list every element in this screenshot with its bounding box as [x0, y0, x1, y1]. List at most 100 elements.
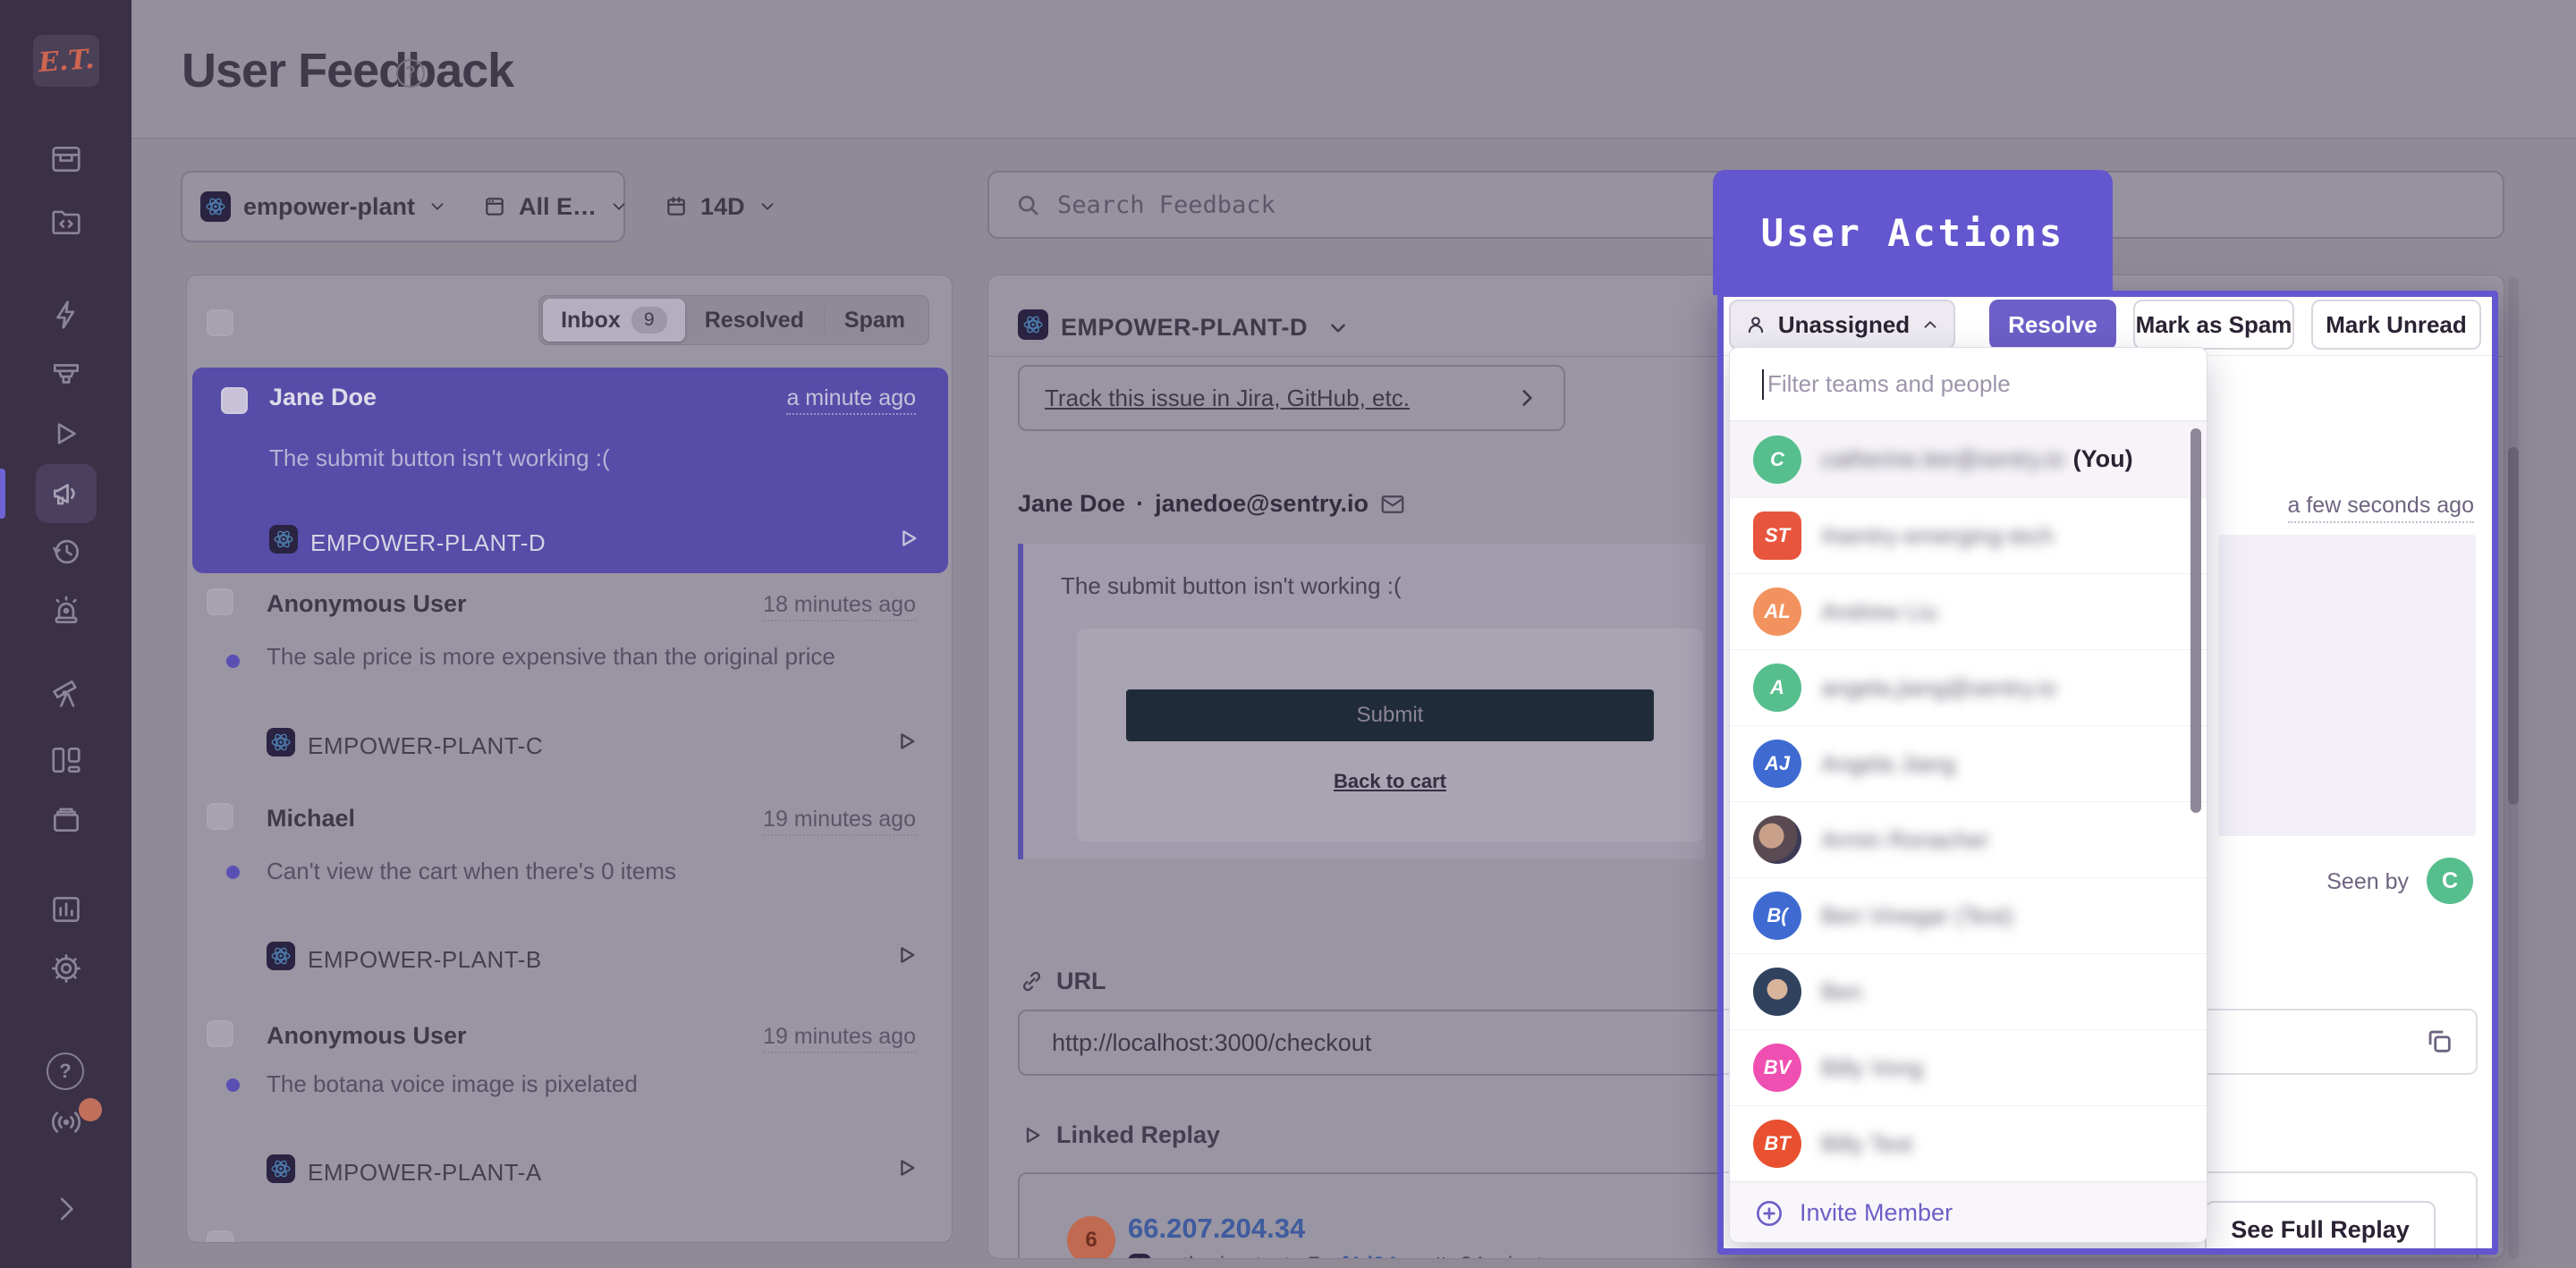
feedback-screenshot: Submit Back to cart — [1077, 629, 1703, 841]
dropdown-scrollbar-thumb[interactable] — [2190, 428, 2201, 813]
track-issue-button[interactable]: Track this issue in Jira, GitHub, etc. — [1018, 365, 1565, 431]
screenshot-back-link: Back to cart — [1077, 770, 1703, 793]
replay-play-icon[interactable] — [894, 943, 919, 968]
mailbox-tabs: Inbox 9 Resolved Spam — [538, 295, 929, 345]
collapse-sidebar-icon[interactable] — [41, 1184, 91, 1234]
member-name-blurred: catherine.lee@sentry.io — [1821, 445, 2064, 473]
url-section-label: URL — [1020, 968, 1106, 995]
assignee-option[interactable]: Ben — [1730, 953, 2207, 1029]
item-checkbox-partial[interactable] — [207, 1230, 233, 1243]
play-outline-icon — [1020, 1123, 1044, 1147]
org-logo[interactable]: E.T. — [33, 35, 99, 87]
replay-time: 34 minutes ago — [1461, 1253, 1607, 1259]
user-actions-spotlight: Unassigned Resolve Mark as Spam Mark Unr… — [1717, 291, 2498, 1255]
filter-bar: empower-plant All E… 14D — [181, 171, 625, 242]
unread-dot — [226, 1078, 240, 1092]
item-checkbox[interactable] — [221, 387, 248, 414]
feedback-message: The submit button isn't working :( — [1061, 572, 1402, 600]
member-name-blurred: Ben — [1821, 978, 1862, 1006]
replay-ip-link[interactable]: 66.207.204.34 — [1128, 1213, 1305, 1245]
copy-url-icon[interactable] — [2424, 1026, 2454, 1056]
member-avatar: BV — [1753, 1044, 1801, 1092]
envelope-icon[interactable] — [1379, 491, 1406, 518]
tab-inbox[interactable]: Inbox 9 — [543, 299, 685, 342]
member-photo-avatar — [1753, 968, 1801, 1016]
assignee-option[interactable]: BV Billy Vong — [1730, 1029, 2207, 1105]
issues-icon[interactable] — [41, 134, 91, 184]
alerts-icon[interactable] — [41, 586, 91, 636]
item-message: Can't view the cart when there's 0 items — [267, 854, 875, 888]
page-title: User Feedback — [182, 43, 513, 98]
feedback-timestamp[interactable]: a few seconds ago — [2288, 493, 2474, 523]
releases-icon[interactable] — [41, 527, 91, 577]
assignee-filter-input[interactable]: Filter teams and people — [1730, 348, 2207, 421]
assignee-option[interactable]: A angela.jiang@sentry.io — [1730, 649, 2207, 725]
item-checkbox[interactable] — [207, 803, 233, 830]
settings-icon[interactable] — [41, 943, 91, 993]
replay-meta-row: catherine-test-c7 ef4d94ce 34 minutes ag… — [1128, 1253, 1607, 1259]
item-project: EMPOWER-PLANT-C — [308, 732, 543, 760]
replay-play-icon[interactable] — [894, 729, 919, 754]
replay-id[interactable]: ef4d94ce — [1329, 1253, 1421, 1259]
assignee-option[interactable]: B( Ben Vinegar (Test) — [1730, 877, 2207, 953]
chevron-down-icon[interactable] — [1326, 317, 1350, 340]
app-window: E.T. ? User Feedback ? empower-plant — [0, 0, 2576, 1268]
date-range-filter[interactable]: 14D — [647, 173, 795, 241]
page-help-icon[interactable]: ? — [396, 59, 425, 88]
item-message: The sale price is more expensive than th… — [267, 639, 875, 673]
replay-play-icon[interactable] — [894, 1155, 919, 1180]
seen-by-avatar: C — [2427, 858, 2473, 904]
mark-as-spam-button[interactable]: Mark as Spam — [2133, 300, 2294, 350]
quickstart-icon[interactable] — [41, 290, 91, 340]
stats-icon[interactable] — [41, 884, 91, 934]
member-avatar: C — [1753, 435, 1801, 484]
item-project: EMPOWER-PLANT-B — [308, 946, 542, 974]
page-scrollbar-thumb[interactable] — [2508, 447, 2519, 805]
projects-icon[interactable] — [41, 197, 91, 247]
item-author: Michael — [267, 805, 355, 833]
assignee-option[interactable]: AL Andrew Liu — [1730, 573, 2207, 649]
react-project-icon — [267, 728, 295, 757]
help-glyph: ? — [405, 63, 416, 83]
insights-icon[interactable] — [41, 794, 91, 844]
react-project-icon — [200, 191, 231, 222]
see-full-replay-button[interactable]: See Full Replay — [2205, 1201, 2436, 1255]
feedback-icon[interactable] — [41, 469, 91, 519]
you-suffix: (You) — [2073, 445, 2133, 473]
member-name-blurred: Billy Test — [1821, 1130, 1912, 1158]
item-project: EMPOWER-PLANT-D — [310, 529, 546, 557]
item-time: a minute ago — [786, 385, 916, 415]
mark-unread-button[interactable]: Mark Unread — [2311, 300, 2481, 350]
linked-replay-label[interactable]: Linked Replay — [1020, 1121, 1220, 1149]
environment-filter[interactable]: All E… — [465, 173, 647, 241]
item-checkbox[interactable] — [207, 1020, 233, 1047]
detail-project-selector[interactable]: EMPOWER-PLANT-D — [1061, 314, 1308, 342]
assignee-dropdown-button[interactable]: Unassigned — [1729, 300, 1955, 350]
member-avatar: AJ — [1753, 740, 1801, 788]
assignee-option[interactable]: Armin Ronacher — [1730, 801, 2207, 877]
replays-icon[interactable] — [41, 409, 91, 459]
invite-member-label: Invite Member — [1800, 1199, 1953, 1227]
traces-icon[interactable] — [41, 349, 91, 399]
project-filter-label: empower-plant — [243, 193, 415, 221]
item-checkbox[interactable] — [207, 588, 233, 615]
replay-play-icon[interactable] — [895, 526, 920, 551]
assignee-option[interactable]: C catherine.lee@sentry.io (You) — [1730, 421, 2207, 497]
dashboards-icon[interactable] — [41, 735, 91, 785]
sidebar: E.T. ? — [0, 0, 131, 1268]
tab-resolved[interactable]: Resolved — [685, 308, 824, 334]
project-filter[interactable]: empower-plant — [182, 173, 465, 241]
tab-spam[interactable]: Spam — [825, 308, 925, 334]
invite-member-button[interactable]: Invite Member — [1730, 1181, 2207, 1243]
select-all-checkbox[interactable] — [207, 309, 233, 336]
member-avatar: A — [1753, 664, 1801, 712]
member-photo-avatar — [1753, 816, 1801, 864]
resolve-button[interactable]: Resolve — [1989, 300, 2116, 350]
assignee-option[interactable]: AJ Angela Jiang — [1730, 725, 2207, 801]
explore-icon[interactable] — [41, 668, 91, 718]
feedback-item-selected[interactable]: Jane Doe a minute ago The submit button … — [192, 368, 948, 573]
assignee-option[interactable]: BT Billy Test — [1730, 1105, 2207, 1181]
assignee-option[interactable]: ST #sentry-emerging-tech — [1730, 497, 2207, 573]
help-icon[interactable]: ? — [47, 1052, 84, 1090]
screenshot-submit-button: Submit — [1126, 689, 1654, 741]
